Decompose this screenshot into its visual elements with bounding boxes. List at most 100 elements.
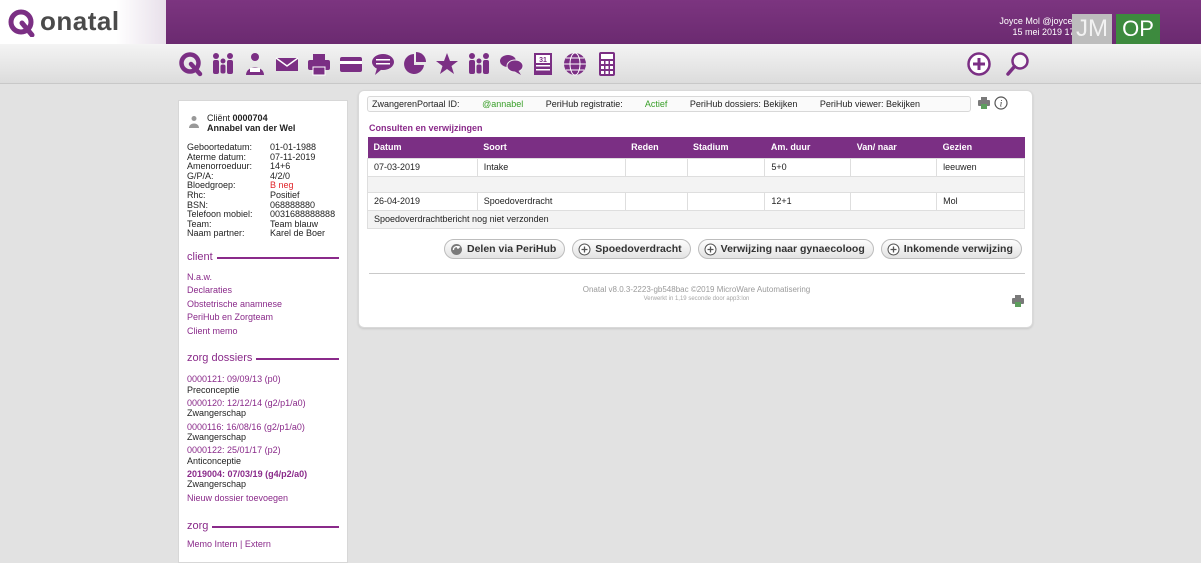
print-icon[interactable] — [306, 51, 332, 77]
client-links: N.a.w. Declaraties Obstetrische anamnese… — [187, 271, 339, 339]
dossier-type: Zwangerschap — [187, 431, 247, 442]
avatar[interactable]: JM — [1072, 14, 1112, 44]
naw-link[interactable]: N.a.w. — [187, 271, 339, 285]
client-info: Geboortedatum: 01-01-1988 Aterme datum: 07… — [187, 142, 339, 239]
add-icon — [578, 243, 591, 255]
column-header[interactable]: Datum — [367, 137, 478, 158]
referral-gynaecologist-button[interactable]: Verwijzing naar gynaecoloog — [697, 239, 874, 259]
active-dossier-link[interactable]: 2019004: 07/03/19 (g4/p2/a0) — [187, 469, 339, 479]
calculator-icon[interactable] — [594, 51, 620, 77]
print-icon[interactable] — [977, 96, 991, 110]
button-label: Spoedoverdracht — [595, 243, 682, 255]
anamnese-link[interactable]: Obstetrische anamnese — [187, 298, 339, 312]
person-icon[interactable] — [242, 51, 268, 77]
client-label: Cliënt — [207, 113, 231, 123]
perihub-zorgteam-link[interactable]: PeriHub en Zorgteam — [187, 311, 339, 325]
section-zorg-heading: zorg — [187, 520, 339, 532]
column-header[interactable]: Van/ naar — [850, 137, 937, 158]
add-icon — [887, 243, 900, 255]
table-row[interactable]: 26-04-2019 Spoedoverdracht 12+1 Mol — [367, 191, 1025, 211]
column-header[interactable]: Reden — [625, 137, 687, 158]
top-bar: onatal Joyce Mol @joycemol 15 mei 2019 1… — [0, 0, 1201, 44]
client-header: Cliënt 0000704 Annabel van der Wel — [187, 113, 339, 133]
logo[interactable]: onatal — [0, 0, 166, 44]
dossier-link[interactable]: 0000121: 09/09/13 (p0) — [187, 374, 339, 384]
perihub-reg-label: PeriHub registratie: — [545, 99, 623, 109]
incoming-referral-button[interactable]: Inkomende verwijzing — [880, 239, 1022, 259]
share-icon — [451, 243, 462, 255]
card-icon[interactable] — [338, 51, 364, 77]
info-label: Naam partner: — [187, 228, 245, 239]
table-cell — [624, 191, 688, 211]
section-client-heading: client — [187, 251, 339, 263]
family-icon[interactable] — [466, 51, 492, 77]
client-number: 0000704 — [232, 113, 268, 123]
memo-link[interactable]: Memo Intern | Extern — [187, 538, 339, 552]
section-title: zorg dossiers — [187, 352, 253, 365]
person-icon — [189, 116, 199, 128]
action-buttons: Delen via PeriHub Spoedoverdracht Verwij… — [444, 239, 1022, 259]
client-memo-link[interactable]: Client memo — [187, 325, 339, 339]
icon-toolbar: 31 — [0, 44, 1201, 84]
table-cell: 07-03-2019 — [367, 157, 478, 177]
dossier-link[interactable]: 0000120: 12/12/14 (g2/p1/a0) — [187, 398, 339, 408]
section-title: client — [187, 250, 213, 263]
add-icon — [704, 243, 717, 255]
table-cell: Spoedoverdracht — [476, 191, 626, 211]
button-label: Verwijzing naar gynaecoloog — [720, 243, 865, 255]
share-perihub-button[interactable]: Delen via PeriHub — [444, 239, 566, 259]
home-onatal-icon[interactable] — [178, 51, 204, 77]
dossier-type: Preconceptie — [187, 384, 240, 395]
table-note-row: Spoedoverdrachtbericht nog niet verzonde… — [367, 209, 1025, 229]
family-icon[interactable] — [210, 51, 236, 77]
dossier-type: Anticonceptie — [187, 455, 242, 466]
onatal-logo-icon — [8, 9, 35, 37]
main-panel: ZwangerenPortaal ID: @annabel PeriHub re… — [358, 90, 1033, 328]
consults-table: Datum Soort Reden Stadium Am. duur Van/ … — [367, 137, 1025, 229]
new-dossier-link[interactable]: Nieuw dossier toevoegen — [187, 492, 339, 506]
info-icon[interactable]: i — [994, 96, 1008, 110]
divider — [256, 358, 339, 361]
dossier-type: Zwangerschap — [187, 479, 247, 490]
calendar-icon[interactable]: 31 — [530, 51, 556, 77]
star-icon[interactable] — [434, 51, 460, 77]
table-cell — [686, 157, 766, 177]
secondary-avatar[interactable]: OP — [1116, 14, 1160, 44]
table-cell — [624, 157, 688, 177]
version-text: Onatal v8.0.3-2223-gb548bac ©2019 MicroW… — [582, 285, 811, 294]
dossier-link[interactable]: 0000122: 25/01/17 (p2) — [187, 445, 339, 455]
button-label: Inkomende verwijzing — [903, 243, 1013, 255]
table-cell: 5+0 — [764, 157, 852, 177]
portal-id-value[interactable]: @annabel — [482, 99, 523, 109]
table-row[interactable]: 07-03-2019 Intake 5+0 leeuwen — [367, 157, 1025, 177]
list-item: 0000116: 16/08/16 (g2/p1/a0) Zwangerschap — [187, 422, 339, 443]
portal-id: ZwangerenPortaal ID: @annabel — [372, 99, 523, 109]
table-cell: Intake — [476, 157, 626, 177]
perihub-registration: PeriHub registratie: Actief — [546, 99, 668, 109]
print-icon[interactable] — [1011, 294, 1025, 308]
portal-status-bar: ZwangerenPortaal ID: @annabel PeriHub re… — [367, 96, 971, 112]
dossier-link[interactable]: 0000116: 16/08/16 (g2/p1/a0) — [187, 422, 339, 432]
search-icon[interactable] — [1005, 51, 1031, 77]
chat-icon[interactable] — [498, 51, 524, 77]
pie-chart-icon[interactable] — [402, 51, 428, 77]
column-header[interactable]: Am. duur — [764, 137, 851, 158]
perihub-dossiers-link[interactable]: PeriHub dossiers: Bekijken — [690, 99, 798, 109]
declaraties-link[interactable]: Declaraties — [187, 284, 339, 298]
column-header[interactable]: Gezien — [936, 137, 1025, 158]
chat-bubble-icon[interactable] — [370, 51, 396, 77]
spoedoverdracht-button[interactable]: Spoedoverdracht — [572, 239, 691, 259]
info-value: Karel de Boer — [270, 228, 326, 239]
column-header[interactable]: Stadium — [687, 137, 765, 158]
globe-icon[interactable] — [562, 51, 588, 77]
mail-icon[interactable] — [274, 51, 300, 77]
add-icon[interactable] — [966, 51, 992, 77]
table-header-row: Datum Soort Reden Stadium Am. duur Van/ … — [367, 137, 1025, 158]
portal-label: ZwangerenPortaal ID: — [372, 99, 460, 109]
column-header[interactable]: Soort — [477, 137, 626, 158]
dossier-list: 0000121: 09/09/13 (p0) Preconceptie 00001… — [187, 374, 339, 505]
perihub-viewer-link[interactable]: PeriHub viewer: Bekijken — [820, 99, 920, 109]
logo-text: onatal — [40, 6, 120, 36]
button-label: Delen via PeriHub — [467, 243, 557, 255]
calendar-day-text: 31 — [539, 57, 547, 64]
